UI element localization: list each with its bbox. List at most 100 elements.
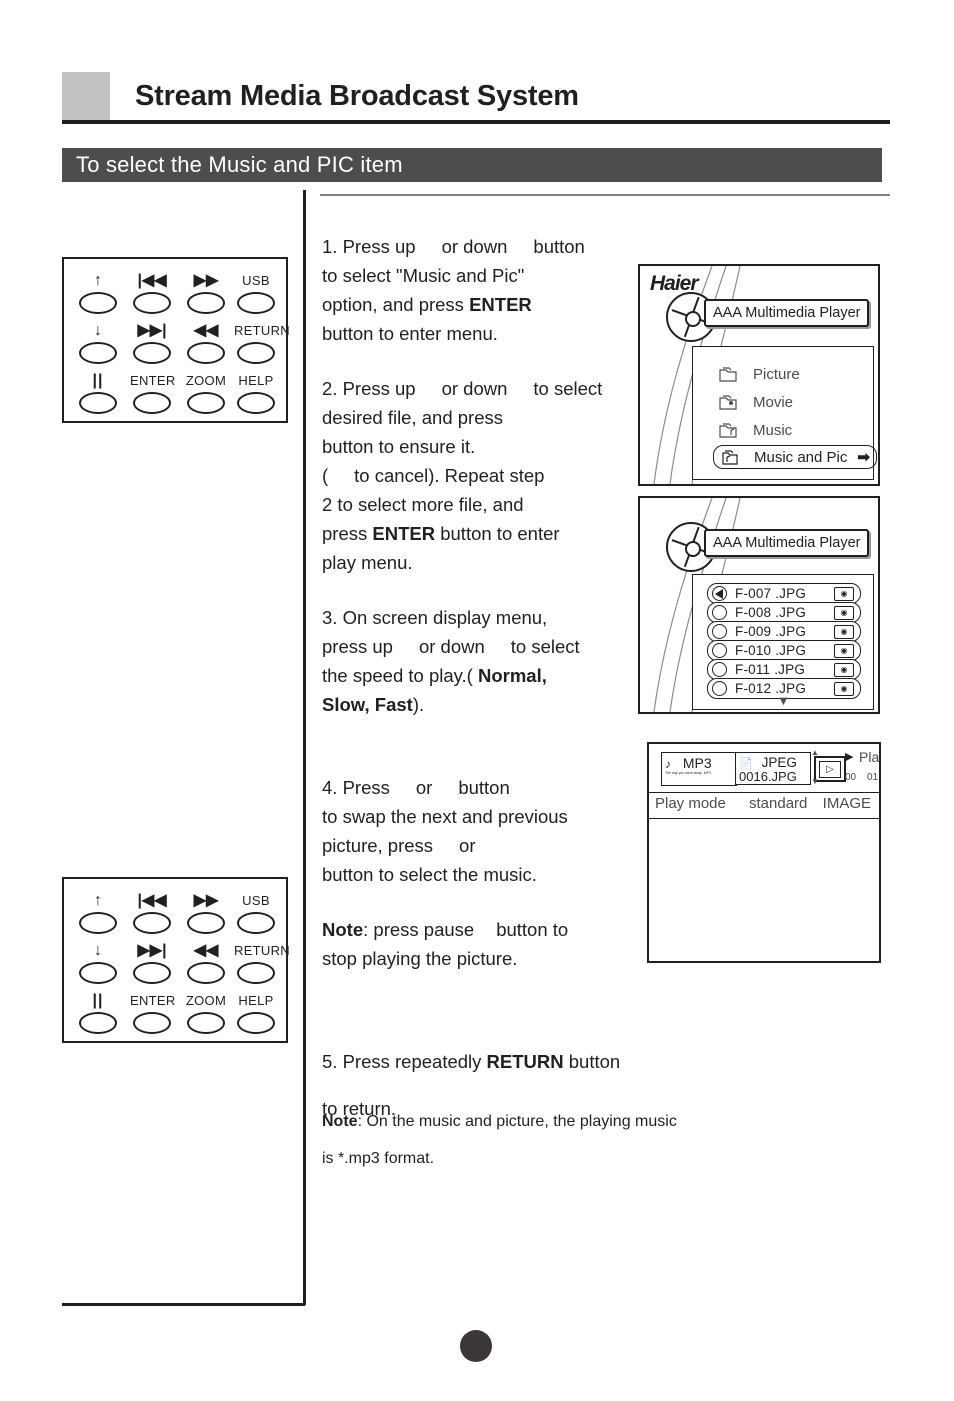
remote-button-zoom[interactable]: ZOOM <box>184 371 228 414</box>
jpeg-chip-line: 📄 JPEG <box>739 754 807 770</box>
step-1-line-1: 1. Press up or down button <box>322 232 642 261</box>
file-name: F-009 .JPG <box>735 624 807 639</box>
radio-icon[interactable] <box>712 662 727 677</box>
step-4-line-1: 4. Press or button <box>322 773 642 802</box>
note-label: Note <box>322 919 364 940</box>
instruction-column: 1. Press up or down button to select "Musi… <box>322 232 642 999</box>
note-label: Note <box>322 1113 358 1130</box>
remote-button-return[interactable]: RETURN <box>234 941 290 984</box>
step-3-line-2: press up or down to select <box>322 632 642 661</box>
note-2-text-a: : On the music and picture, the playing … <box>357 1113 677 1130</box>
zoom-label: ZOOM <box>185 373 227 388</box>
list-item[interactable]: F-009 .JPG ◉ <box>707 621 861 642</box>
remote-button-previous[interactable]: |◀◀ <box>130 271 174 314</box>
list-item[interactable]: F-008 .JPG ◉ <box>707 602 861 623</box>
remote-button-pause[interactable]: || <box>76 991 120 1034</box>
button-oval <box>237 392 275 414</box>
remote-button-fast-forward[interactable]: ▶▶ <box>184 891 228 934</box>
step-2-line-6-a: press <box>322 523 373 544</box>
menu-item-label: Movie <box>753 393 794 411</box>
remote-button-previous[interactable]: |◀◀ <box>130 891 174 934</box>
remote-button-enter[interactable]: ENTER <box>130 371 175 414</box>
player-title-pill: AAA Multimedia Player <box>704 529 870 557</box>
remote-button-up[interactable]: ↑ <box>76 271 120 314</box>
remote-button-usb[interactable]: USB <box>234 271 278 314</box>
remote-button-down[interactable]: ↓ <box>76 941 120 984</box>
rewind-icon: ◀◀ <box>193 322 219 339</box>
down-arrow-icon: ↓ <box>94 942 102 959</box>
radio-icon[interactable] <box>712 681 727 696</box>
masthead-divider <box>62 120 890 124</box>
arrow-right-icon: ➡ <box>857 449 870 466</box>
page-marker-dot <box>460 1330 492 1362</box>
menu-item-music-and-pic[interactable]: Music and Pic ➡ <box>713 445 877 469</box>
pause-icon: || <box>92 372 104 389</box>
button-oval <box>133 1012 171 1034</box>
file-type-badge: ◉ <box>834 662 854 677</box>
step-4-line-3-b: or <box>459 835 476 856</box>
folder-picture-icon <box>719 366 739 382</box>
menu-item-movie[interactable]: Movie <box>719 391 793 413</box>
step-1-text-b: or down <box>441 236 508 257</box>
remote-button-rewind[interactable]: ◀◀ <box>184 941 228 984</box>
return-label: RETURN <box>234 323 290 338</box>
remote-button-help[interactable]: HELP <box>234 371 278 414</box>
radio-icon[interactable] <box>712 643 727 658</box>
main-menu-panel: Picture Movie Music Music and Pic ➡ <box>692 346 877 480</box>
return-keyword: RETURN <box>486 1050 564 1072</box>
note-2: Note: On the music and picture, the play… <box>322 1095 792 1185</box>
radio-icon[interactable] <box>712 605 727 620</box>
remote-button-next[interactable]: ▶▶| <box>130 321 174 364</box>
menu-item-picture[interactable]: Picture <box>719 363 800 385</box>
step-1-line-3-a: option, and press <box>322 294 470 315</box>
play-mode-value[interactable]: standard <box>749 795 807 812</box>
rewind-icon: ◀◀ <box>193 942 219 959</box>
enter-keyword: ENTER <box>469 294 532 315</box>
remote-button-down[interactable]: ↓ <box>76 321 120 364</box>
step-2-paren-open: ( <box>322 465 329 486</box>
remote-button-help[interactable]: HELP <box>234 991 278 1034</box>
remote-button-fast-forward[interactable]: ▶▶ <box>184 271 228 314</box>
remote-button-rewind[interactable]: ◀◀ <box>184 321 228 364</box>
remote-button-return[interactable]: RETURN <box>234 321 290 364</box>
player-title-pill: AAA Multimedia Player <box>704 299 870 327</box>
play-status-icon: ▶ <box>845 751 854 763</box>
radio-selected-icon[interactable] <box>712 586 727 601</box>
section-heading-bar: To select the Music and PIC item <box>62 148 882 182</box>
file-type-badge: ◉ <box>834 624 854 639</box>
scroll-down-caret-icon[interactable]: ▼ <box>777 693 790 708</box>
step-5-text-a: 5. Press repeatedly <box>322 1050 487 1072</box>
list-item[interactable]: F-011 .JPG ◉ <box>707 659 861 680</box>
button-oval <box>133 912 171 934</box>
list-item[interactable]: F-010 .JPG ◉ <box>707 640 861 661</box>
step-1-text-a: 1. Press up <box>322 236 416 257</box>
step-2-line-2: desired file, and press <box>322 407 503 428</box>
step-4: 4. Press or button to swap the next and pr… <box>322 773 642 889</box>
step-3-text-b: or down <box>418 636 485 657</box>
folder-music-pic-icon <box>720 449 740 465</box>
help-label: HELP <box>238 373 274 388</box>
button-oval <box>187 392 225 414</box>
play-mode-label: Play mode <box>655 795 726 812</box>
step-3-line-3-a: the speed to play.( <box>322 665 478 686</box>
list-item[interactable]: F-007 .JPG ◉ <box>707 583 861 604</box>
note-2-line-2: is *.mp3 format. <box>322 1150 435 1167</box>
remote-button-up[interactable]: ↑ <box>76 891 120 934</box>
step-2-line-4: ( to cancel). Repeat step <box>322 461 642 490</box>
mp3-track-micro-text: The day you went away .MP3 <box>665 771 711 775</box>
remote-button-enter[interactable]: ENTER <box>130 991 176 1034</box>
enter-label: ENTER <box>130 993 176 1008</box>
step-3-paren-close: ). <box>412 694 425 715</box>
usb-label: USB <box>242 273 270 288</box>
radio-icon[interactable] <box>712 624 727 639</box>
menu-item-music[interactable]: Music <box>719 419 792 441</box>
step-2-line-4-text: to cancel). Repeat step <box>354 465 545 486</box>
remote-button-pause[interactable]: || <box>76 371 120 414</box>
remote-button-usb[interactable]: USB <box>234 891 278 934</box>
remote-button-next[interactable]: ▶▶| <box>130 941 174 984</box>
button-oval <box>79 342 117 364</box>
file-type-badge: ◉ <box>834 586 854 601</box>
remote-button-zoom[interactable]: ZOOM <box>184 991 228 1034</box>
step-2-line-6-c: button to enter <box>435 523 560 544</box>
step-2-text-c: to select <box>533 378 603 399</box>
